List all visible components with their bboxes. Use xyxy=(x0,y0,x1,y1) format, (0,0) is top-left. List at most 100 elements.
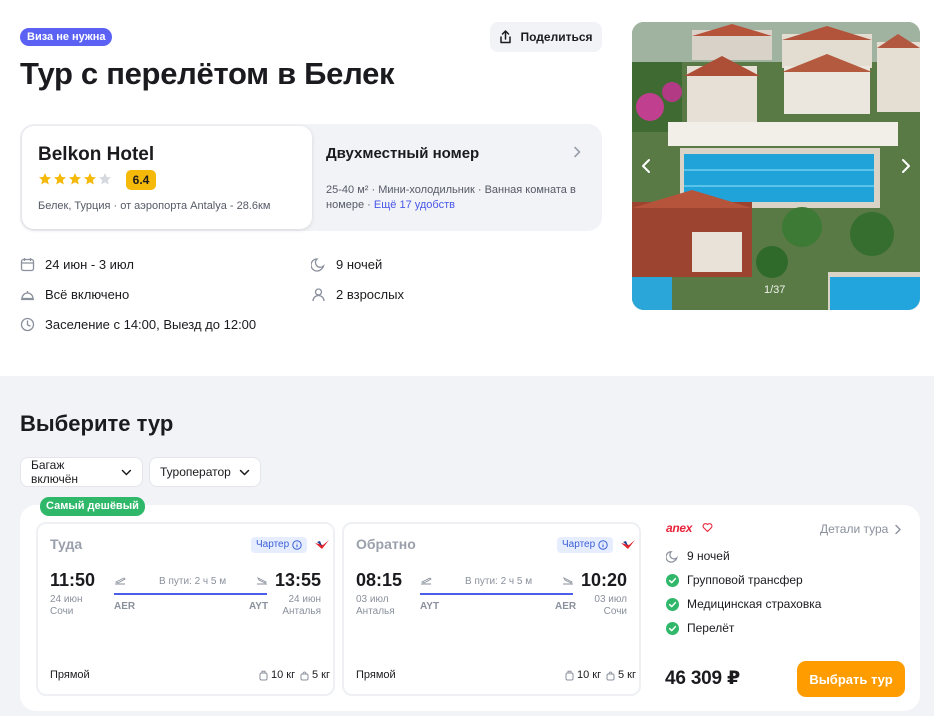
page-title: Тур с перелётом в Белек xyxy=(20,56,395,91)
hotel-card[interactable]: Belkon Hotel 6.4 Белек, Турция · от аэро… xyxy=(22,126,312,229)
room-title[interactable]: Двухместный номер xyxy=(326,145,479,162)
trip-dates-text: 24 июн - 3 июл xyxy=(45,257,134,272)
include-transfer: Групповой трансфер xyxy=(666,573,803,587)
arrival-code: AYT xyxy=(249,601,269,612)
trip-meal-text: Всё включено xyxy=(45,287,130,302)
include-nights: 9 ночей xyxy=(666,549,730,563)
calendar-icon xyxy=(20,258,35,272)
departure-city: Анталья xyxy=(356,606,395,617)
hotel-photo xyxy=(632,22,920,310)
chevron-right-icon[interactable] xyxy=(570,145,584,159)
section-title: Выберите тур xyxy=(20,411,174,436)
gallery-next-arrow[interactable] xyxy=(898,156,914,176)
takeoff-icon xyxy=(420,577,432,585)
leg-title: Туда xyxy=(50,536,83,552)
tour-details-link[interactable]: Детали тура xyxy=(820,522,902,536)
gallery-prev-arrow[interactable] xyxy=(638,156,654,176)
cloche-icon xyxy=(21,291,34,301)
airline-logo-icon xyxy=(315,540,329,549)
chevron-right-icon xyxy=(895,524,902,534)
tour-price: 46 309 ₽ xyxy=(665,668,741,689)
star-icon xyxy=(39,173,51,185)
flight-track xyxy=(420,593,573,595)
person-icon xyxy=(312,288,325,302)
suitcase-icon xyxy=(259,670,268,680)
room-features: 25-40 м² · Мини-холодильник · Ванная ком… xyxy=(326,183,588,213)
visa-badge: Виза не нужна xyxy=(20,28,113,46)
include-flight: Перелёт xyxy=(666,621,734,635)
filter-baggage-label: Багаж включён xyxy=(31,458,79,486)
hotel-name: Belkon Hotel xyxy=(38,144,155,165)
departure-date: 03 июл xyxy=(356,594,389,605)
baggage-checked-text: 10 кг xyxy=(577,669,602,681)
filter-operator[interactable]: Туроператор xyxy=(149,457,261,487)
rating-badge: 6.4 xyxy=(126,170,156,190)
baggage-hand: 5 кг xyxy=(606,669,636,681)
include-nights-text: 9 ночей xyxy=(687,549,730,563)
flight-duration: В пути: 2 ч 5 м xyxy=(159,576,227,587)
flight-type: Прямой xyxy=(50,669,90,681)
gallery-counter: 1/37 xyxy=(764,284,786,296)
hotel-location: Белек, Турция · от аэропорта Antalya - 2… xyxy=(38,200,271,212)
star-icon xyxy=(54,173,66,185)
flight-return[interactable]: Обратно Чартер 08:15 03 июл Анталья В пу… xyxy=(342,522,641,696)
flight-type: Прямой xyxy=(356,669,396,681)
baggage-checked: 10 кг xyxy=(565,669,601,681)
landing-icon xyxy=(562,576,573,585)
moon-icon xyxy=(666,550,678,563)
heart-icon[interactable] xyxy=(702,522,713,533)
baggage-hand-text: 5 кг xyxy=(618,669,636,681)
charter-badge: Чартер xyxy=(251,537,308,553)
check-circle-icon xyxy=(666,573,679,587)
include-transfer-text: Групповой трансфер xyxy=(687,573,803,587)
star-icon xyxy=(69,173,81,185)
more-amenities-link[interactable]: Ещё 17 удобств xyxy=(374,199,455,211)
arrival-time: 13:55 xyxy=(274,570,321,590)
baggage-checked: 10 кг xyxy=(259,669,295,681)
arrival-time: 10:20 xyxy=(580,570,627,590)
charter-badge: Чартер xyxy=(557,537,614,553)
filter-baggage[interactable]: Багаж включён xyxy=(20,457,143,487)
trip-dates: 24 июн - 3 июл xyxy=(20,257,134,272)
baggage-hand: 5 кг xyxy=(300,669,330,681)
share-icon xyxy=(500,30,512,44)
flight-duration: В пути: 2 ч 5 м xyxy=(465,576,533,587)
baggage-checked-text: 10 кг xyxy=(271,669,296,681)
departure-city: Сочи xyxy=(50,606,74,617)
filter-operator-label: Туроператор xyxy=(160,465,231,479)
airline-logo-icon xyxy=(621,540,635,549)
handbag-icon xyxy=(606,671,615,680)
trip-checkin: Заселение с 14:00, Выезд до 12:00 xyxy=(20,317,256,332)
arrival-code: AER xyxy=(555,601,577,612)
departure-time: 08:15 xyxy=(356,570,403,590)
departure-code: AER xyxy=(114,601,136,612)
arrival-city: Анталья xyxy=(282,606,321,617)
choose-tour-button[interactable]: Выбрать тур xyxy=(797,661,905,697)
info-icon xyxy=(598,540,608,550)
baggage-hand-text: 5 кг xyxy=(312,669,330,681)
trip-nights-text: 9 ночей xyxy=(336,257,383,272)
charter-label: Чартер xyxy=(256,539,290,550)
flight-track xyxy=(114,593,267,595)
share-button[interactable]: Поделиться xyxy=(490,22,602,52)
hotel-photo-gallery[interactable]: 1/37 xyxy=(632,22,920,310)
departure-date: 24 июн xyxy=(50,594,83,605)
leg-title: Обратно xyxy=(356,536,416,552)
charter-label: Чартер xyxy=(562,539,596,550)
trip-checkin-text: Заселение с 14:00, Выезд до 12:00 xyxy=(45,317,257,332)
arrival-city: Сочи xyxy=(603,606,627,617)
flight-outbound[interactable]: Туда Чартер 11:50 24 июн Сочи В пути: 2 … xyxy=(36,522,335,696)
takeoff-icon xyxy=(114,577,126,585)
departure-code: AYT xyxy=(420,601,440,612)
arrival-date: 03 июл xyxy=(594,594,627,605)
departure-time: 11:50 xyxy=(50,570,96,590)
arrival-date: 24 июн xyxy=(288,594,321,605)
share-label: Поделиться xyxy=(520,30,593,44)
include-flight-text: Перелёт xyxy=(687,621,735,635)
chevron-down-icon xyxy=(121,469,132,475)
check-circle-icon xyxy=(666,597,679,611)
handbag-icon xyxy=(300,671,309,680)
cheapest-badge: Самый дешёвый xyxy=(40,497,145,516)
star-icon xyxy=(99,173,111,185)
trip-guests-text: 2 взрослых xyxy=(336,287,404,302)
